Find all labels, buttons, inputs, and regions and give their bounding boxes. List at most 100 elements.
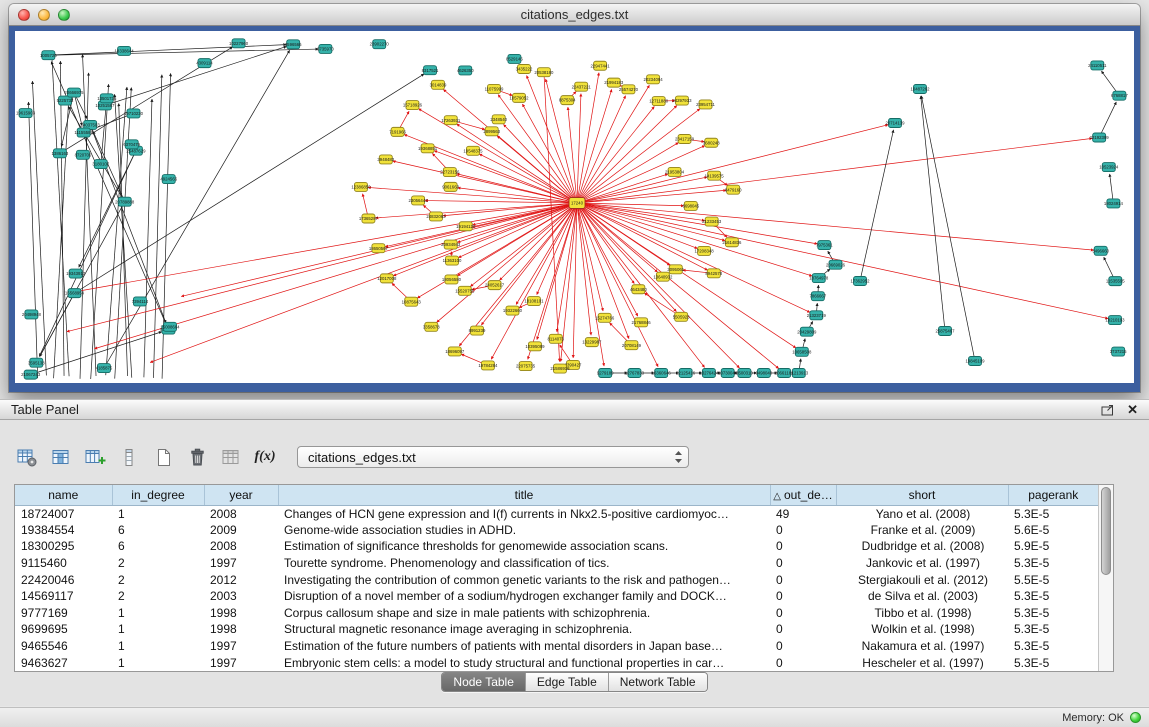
table-cell[interactable]: de Silva et al. (2003) (836, 588, 1008, 605)
graph-node[interactable]: 3358678 (423, 322, 440, 331)
graph-node[interactable]: 15718926 (403, 101, 423, 110)
tab-network-table[interactable]: Network Table (608, 673, 707, 691)
network-window-titlebar[interactable]: citations_edges.txt (9, 4, 1140, 26)
table-cell[interactable]: Jankovic et al. (1997) (836, 555, 1008, 572)
column-header-in-degree[interactable]: in_degree (112, 485, 204, 505)
new-table-button[interactable] (149, 444, 177, 470)
graph-node[interactable]: 8500310 (736, 369, 753, 378)
graph-node[interactable]: 20234094 (644, 75, 664, 84)
graph-node[interactable]: 22075735 (516, 362, 536, 371)
graph-node[interactable]: 20661181 (775, 369, 794, 378)
table-row[interactable]: 911546021997Tourette syndrome. Phenomeno… (15, 555, 1098, 572)
graph-node[interactable]: 19548375 (463, 146, 483, 155)
graph-node[interactable]: 21614836 (722, 238, 742, 247)
graph-node[interactable]: 14139575 (705, 171, 725, 180)
close-window-button[interactable] (18, 9, 30, 21)
graph-node[interactable]: 8942578 (705, 269, 722, 278)
table-cell[interactable]: 2 (112, 588, 204, 605)
network-canvas[interactable]: 1961590318338644140375037394114204989481… (15, 31, 1134, 383)
network-window[interactable]: citations_edges.txt 19615903183386441403… (9, 4, 1140, 392)
table-select-dropdown[interactable]: citations_edges.txt (297, 446, 689, 468)
column-header-short[interactable]: short (836, 485, 1008, 505)
graph-node[interactable]: 3737215 (1110, 347, 1127, 356)
zoom-window-button[interactable] (58, 9, 70, 21)
graph-node[interactable]: 7866667 (809, 292, 826, 301)
graph-node[interactable]: 6370479 (123, 140, 140, 149)
graph-node[interactable]: 20669026 (826, 260, 846, 269)
graph-node[interactable]: 20708149 (622, 341, 642, 350)
graph-node[interactable]: 12767833 (625, 369, 645, 378)
graph-node[interactable]: 15274766 (595, 313, 615, 322)
graph-node[interactable]: 2348540 (490, 115, 507, 124)
graph-node[interactable]: 5505923 (673, 312, 690, 321)
graph-node[interactable]: 18024914 (1104, 199, 1124, 208)
graph-node[interactable]: 9061663 (442, 182, 459, 191)
table-cell[interactable]: 18724007 (15, 505, 112, 522)
table-cell[interactable]: 9777169 (15, 605, 112, 622)
graph-node[interactable]: 3435222 (516, 64, 533, 73)
graph-node[interactable]: 22125416 (676, 369, 696, 378)
table-cell[interactable]: Tibbo et al. (1998) (836, 605, 1008, 622)
table-cell[interactable]: 0 (770, 638, 836, 655)
table-row[interactable]: 969969511998Structural magnetic resonanc… (15, 621, 1098, 638)
graph-node[interactable]: 23902270 (370, 40, 390, 49)
graph-node[interactable]: 12386850 (351, 182, 371, 191)
table-cell[interactable]: Wolkin et al. (1998) (836, 621, 1008, 638)
graph-node[interactable]: 3596566 (285, 40, 302, 49)
table-cell[interactable]: 2008 (204, 538, 278, 555)
table-cell[interactable]: 5.9E-5 (1008, 538, 1098, 555)
table-row[interactable]: 946554611997Estimation of the future num… (15, 638, 1098, 655)
graph-node[interactable]: 7394114 (132, 297, 149, 306)
graph-node[interactable]: 17208348 (695, 246, 715, 255)
graph-node[interactable]: 20538180 (534, 68, 554, 77)
graph-node[interactable]: 7975361 (816, 241, 833, 250)
graph-node[interactable]: 4626350 (457, 66, 474, 75)
table-cell[interactable]: 9699695 (15, 621, 112, 638)
column-header-year[interactable]: year (204, 485, 278, 505)
table-row[interactable]: 2242004622012Investigating the contribut… (15, 571, 1098, 588)
table-cell[interactable]: 5.3E-5 (1008, 588, 1098, 605)
table-cell[interactable]: 5.5E-5 (1008, 571, 1098, 588)
graph-node[interactable]: 6735970 (317, 44, 334, 53)
graph-node[interactable]: 20498948 (22, 310, 42, 319)
table-cell[interactable]: 1 (112, 654, 204, 671)
table-cell[interactable]: 1 (112, 605, 204, 622)
graph-node[interactable]: 24297933 (672, 96, 692, 105)
table-cell[interactable]: 5.3E-5 (1008, 621, 1098, 638)
table-cell[interactable]: Estimation of the future numbers of pati… (278, 638, 770, 655)
graph-node[interactable]: 19615903 (16, 109, 36, 118)
graph-node[interactable]: 15520755 (455, 286, 475, 295)
table-cell[interactable]: 5.3E-5 (1008, 638, 1098, 655)
graph-node[interactable]: 23056443 (408, 196, 428, 205)
graph-node[interactable]: 10487262 (910, 85, 930, 94)
graph-node[interactable]: 8875304 (559, 96, 576, 105)
graph-node[interactable]: 8720706 (75, 150, 92, 159)
graph-node[interactable]: 19845109 (965, 357, 985, 366)
float-panel-button[interactable] (1101, 404, 1114, 416)
graph-node[interactable]: 25875467 (935, 327, 955, 336)
table-cell[interactable]: Embryonic stem cells: a model to study s… (278, 654, 770, 671)
table-cell[interactable]: 0 (770, 654, 836, 671)
graph-node[interactable]: 10579052 (509, 93, 529, 102)
graph-node[interactable]: 8529146 (506, 54, 523, 63)
graph-node[interactable]: 8991239 (469, 326, 486, 335)
graph-node[interactable]: 3595138 (28, 358, 45, 367)
graph-node[interactable]: 8479160 (725, 185, 742, 194)
table-cell[interactable]: Genome-wide association studies in ADHD. (278, 522, 770, 539)
table-cell[interactable]: Disruption of a novel member of a sodium… (278, 588, 770, 605)
table-cell[interactable]: 49 (770, 505, 836, 522)
graph-node[interactable]: 18108101 (524, 297, 544, 306)
table-cell[interactable]: 2009 (204, 522, 278, 539)
graph-node[interactable]: 16568954 (65, 289, 85, 298)
table-cell[interactable]: 5.3E-5 (1008, 555, 1098, 572)
graph-node[interactable]: 10730046 (718, 369, 738, 378)
table-cell[interactable]: 9463627 (15, 654, 112, 671)
table-row[interactable]: 1872400712008Changes of HCN gene express… (15, 505, 1098, 522)
show-columns-button[interactable] (47, 444, 75, 470)
table-mode-button[interactable] (13, 444, 41, 470)
column-header-name[interactable]: name (15, 485, 112, 505)
table-cell[interactable]: Stergiakouli et al. (2012) (836, 571, 1008, 588)
graph-node[interactable]: 25574270 (619, 85, 639, 94)
table-cell[interactable]: 9465546 (15, 638, 112, 655)
graph-node[interactable]: 8114073 (548, 334, 565, 343)
